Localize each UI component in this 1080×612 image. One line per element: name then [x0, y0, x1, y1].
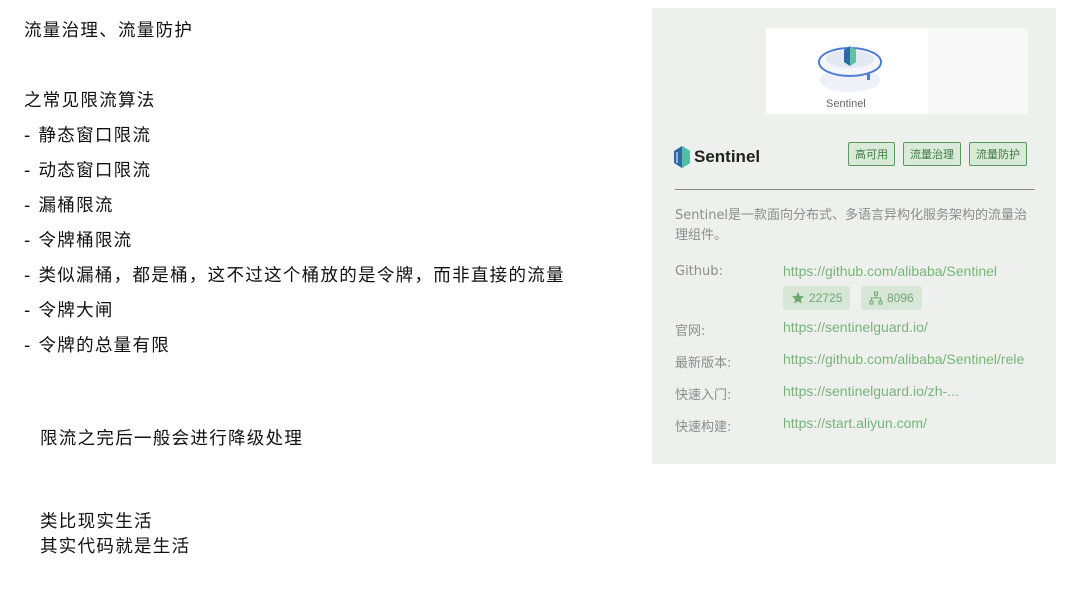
- stars-badge[interactable]: 22725: [783, 286, 851, 310]
- notes-area: 流量治理、流量防护 之常见限流算法 - 静态窗口限流 - 动态窗口限流 - 漏桶…: [0, 0, 640, 612]
- note-line: - 动态窗口限流: [24, 161, 152, 181]
- note-line: - 类似漏桶，都是桶，这不过这个桶放的是令牌，而非直接的流量: [24, 266, 565, 286]
- note-line: 类比现实生活: [40, 512, 153, 532]
- brand-name: Sentinel: [694, 147, 761, 166]
- note-line: 之常见限流算法: [24, 91, 156, 111]
- note-title: 流量治理、流量防护: [24, 21, 194, 41]
- note-line: - 令牌桶限流: [24, 231, 133, 251]
- quickstart-link[interactable]: https://sentinelguard.io/zh-...: [783, 383, 1037, 399]
- link-preview-card[interactable]: Sentinel Sentinel 高可用 流量治理 流量防护 Sentinel…: [652, 8, 1056, 464]
- latest-version-label: 最新版本:: [675, 356, 732, 371]
- note-line: - 令牌大闸: [24, 301, 114, 321]
- latest-version-link[interactable]: https://github.com/alibaba/Sentinel/rele: [783, 351, 1037, 367]
- github-link[interactable]: https://github.com/alibaba/Sentinel: [783, 263, 1037, 279]
- fork-icon: [869, 291, 883, 305]
- divider: [675, 189, 1035, 190]
- description: Sentinel是一款面向分布式、多语言异构化服务架构的流量治理组件。: [675, 208, 1028, 243]
- tag-high-availability[interactable]: 高可用: [848, 142, 895, 166]
- quick-build-label: 快速构建:: [675, 420, 732, 435]
- info-panel: Sentinel 高可用 流量治理 流量防护 Sentinel是一款面向分布式、…: [652, 114, 1056, 464]
- tag-traffic-protection[interactable]: 流量防护: [969, 142, 1027, 166]
- website-link[interactable]: https://sentinelguard.io/: [783, 319, 1037, 335]
- note-line: - 漏桶限流: [24, 196, 114, 216]
- logo-caption: Sentinel: [826, 98, 866, 110]
- note-line: - 静态窗口限流: [24, 126, 152, 146]
- sentinel-logo-icon: [818, 46, 882, 92]
- forks-count: 8096: [887, 291, 914, 305]
- star-icon: [792, 292, 804, 304]
- forks-badge[interactable]: 8096: [861, 286, 922, 310]
- quickstart-label: 快速入门:: [675, 388, 732, 403]
- note-line: 限流之完后一般会进行降级处理: [40, 429, 304, 449]
- note-line: 其实代码就是生活: [40, 537, 191, 557]
- brand: Sentinel: [674, 146, 760, 168]
- sentinel-logo-icon: [674, 146, 690, 168]
- note-line: - 令牌的总量有限: [24, 336, 171, 356]
- quick-build-link[interactable]: https://start.aliyun.com/: [783, 415, 1037, 431]
- github-label: Github:: [675, 264, 723, 279]
- stars-count: 22725: [809, 291, 843, 305]
- tag-traffic-governance[interactable]: 流量治理: [903, 142, 961, 166]
- tag-list: 高可用 流量治理 流量防护: [848, 142, 1027, 166]
- logo-area: Sentinel: [766, 28, 1028, 118]
- website-label: 官网:: [675, 324, 706, 339]
